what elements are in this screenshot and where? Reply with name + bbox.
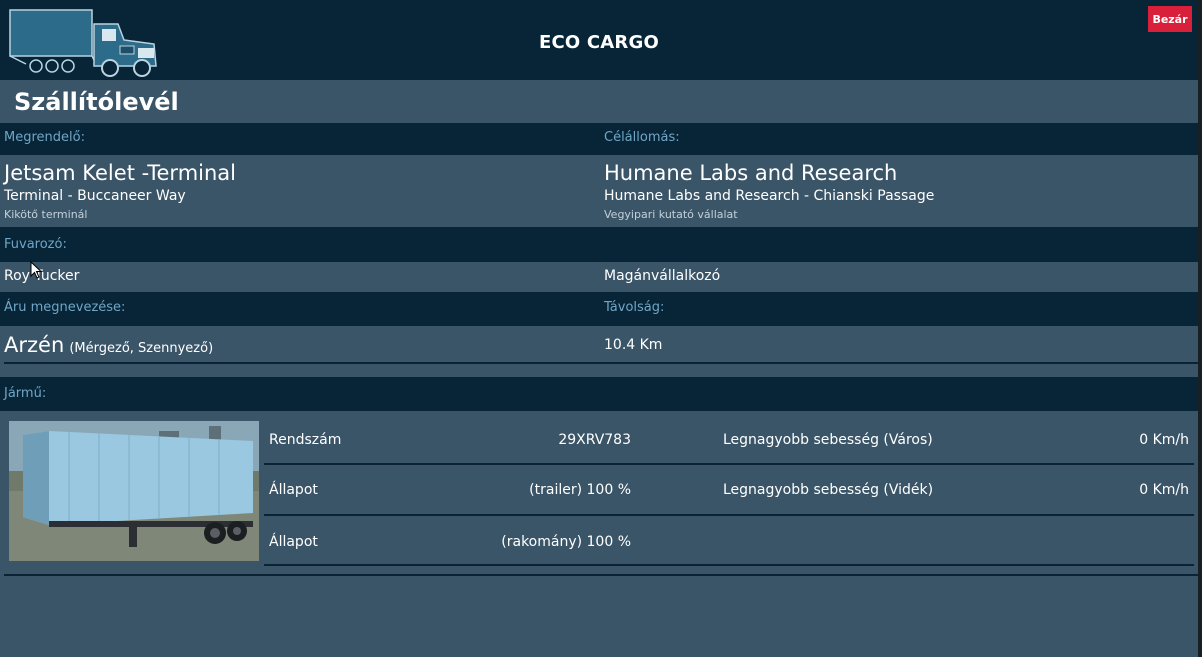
carrier-type: Magánvállalkozó: [604, 268, 721, 284]
destination-address: Humane Labs and Research - Chianski Pass…: [604, 188, 935, 204]
trailer-image: [9, 421, 259, 561]
page-title: Szállítólevél: [14, 88, 179, 116]
sender-type: Kikötő terminál: [4, 208, 88, 221]
vehicle-row-value: (trailer) 100 %: [529, 482, 631, 498]
cargo-name: Arzén: [4, 333, 65, 357]
close-button[interactable]: Bezár: [1148, 6, 1192, 32]
mouse-cursor-icon: [30, 261, 42, 279]
window-edge: [1198, 0, 1202, 657]
sender-name: Jetsam Kelet -Terminal: [4, 161, 236, 185]
carrier-label: Fuvarozó:: [4, 237, 67, 252]
destination-type: Vegyipari kutató vállalat: [604, 208, 738, 221]
vehicle-row-value: 29XRV783: [558, 432, 631, 448]
sender-label: Megrendelő:: [4, 130, 85, 145]
app-title: ECO CARGO: [539, 32, 659, 53]
vehicle-row-label: Állapot: [269, 534, 318, 550]
distance-label: Távolság:: [604, 300, 665, 315]
destination-name: Humane Labs and Research: [604, 161, 898, 185]
vehicle-label: Jármű:: [4, 386, 47, 401]
vehicle-row-value2: 0 Km/h: [1139, 432, 1189, 448]
destination-label: Célállomás:: [604, 130, 680, 145]
carrier-label-band: [0, 227, 1198, 262]
divider: [264, 463, 1194, 465]
divider: [4, 362, 1198, 364]
cargo-tags: (Mérgező, Szennyező): [69, 341, 214, 356]
divider: [264, 564, 1194, 566]
cargo-label: Áru megnevezése:: [4, 300, 126, 315]
header-bar: ECO CARGO Bezár: [0, 0, 1202, 80]
divider: [4, 574, 1198, 576]
cargo-label-band: [0, 292, 1198, 326]
distance-value: 10.4 Km: [604, 337, 663, 353]
sender-address: Terminal - Buccaneer Way: [4, 188, 186, 204]
vehicle-label-band: [0, 377, 1198, 411]
divider: [264, 514, 1194, 516]
vehicle-row-label: Rendszám: [269, 432, 342, 448]
vehicle-row-label2: Legnagyobb sebesség (Város): [723, 432, 933, 448]
vehicle-row-value: (rakomány) 100 %: [501, 534, 631, 550]
vehicle-row-value2: 0 Km/h: [1139, 482, 1189, 498]
vehicle-row-label2: Legnagyobb sebesség (Vidék): [723, 482, 934, 498]
vehicle-row-label: Állapot: [269, 482, 318, 498]
parties-label-band: [0, 123, 1198, 155]
cargo-value: Arzén (Mérgező, Szennyező): [4, 333, 213, 357]
